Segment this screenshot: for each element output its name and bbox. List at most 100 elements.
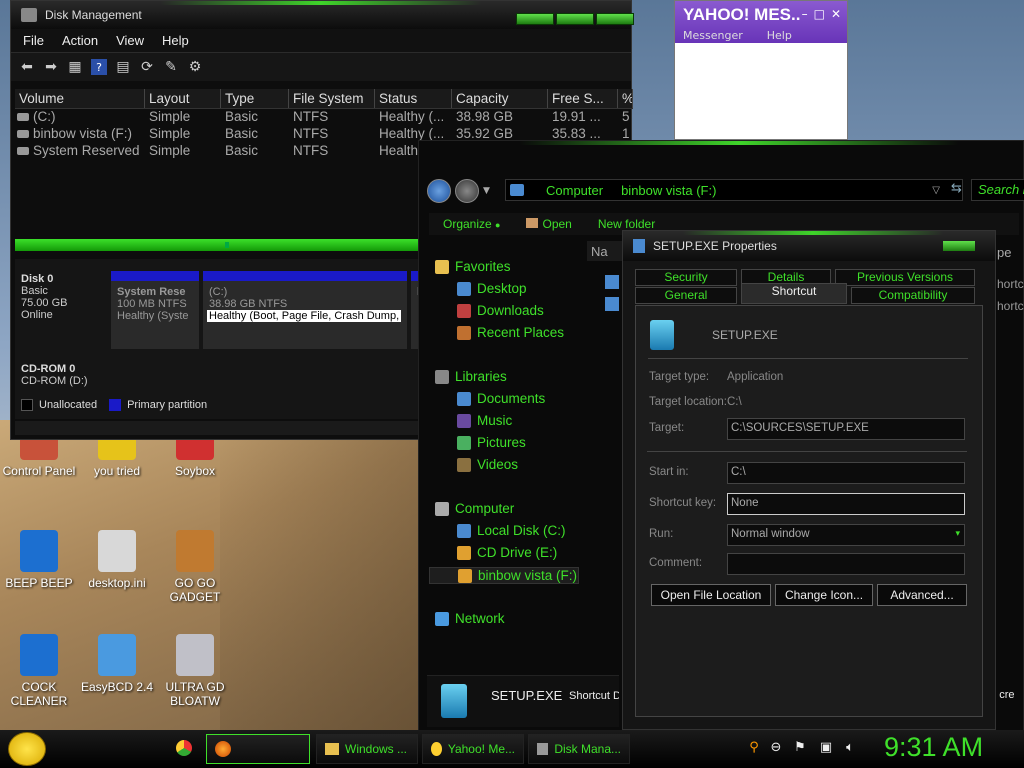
address-dropdown-icon[interactable]: ▽ — [932, 185, 940, 196]
close-icon[interactable]: ✕ — [831, 7, 841, 21]
breadcrumb-drive[interactable]: binbow vista (F:) — [621, 183, 716, 198]
nav-item-videos[interactable]: Videos — [457, 457, 518, 472]
tab-security[interactable]: Security — [635, 269, 737, 286]
forward-arrow-icon[interactable]: ➡ — [43, 59, 59, 75]
minus-icon[interactable]: ⊖ — [768, 740, 784, 756]
menu-view[interactable]: View — [116, 33, 144, 48]
chrome-icon[interactable] — [176, 740, 192, 756]
history-dropdown-icon[interactable]: ▼ — [483, 186, 490, 196]
menu-help[interactable]: Help — [162, 33, 189, 48]
search-input[interactable]: Search bi — [971, 179, 1024, 201]
nav-item-music[interactable]: Music — [457, 413, 512, 428]
horizontal-scrollbar[interactable] — [15, 239, 425, 251]
properties-icon[interactable]: ▤ — [115, 59, 131, 75]
cdrom-label[interactable]: CD-ROM 0 CD-ROM (D:) — [21, 363, 109, 387]
nav-item-network[interactable]: Network — [435, 611, 505, 626]
nav-item-recent[interactable]: Recent Places — [457, 325, 564, 340]
yahoo-messenger-window[interactable]: YAHOO! MES... Messenger Help – □ ✕ — [674, 0, 848, 140]
yahoo-menu-messenger[interactable]: Messenger — [683, 29, 743, 42]
target-field[interactable]: C:\SOURCES\SETUP.EXE — [727, 418, 965, 440]
desktop-icon[interactable]: ULTRA GD BLOATW — [158, 634, 232, 708]
clock[interactable]: 9:31 AM — [884, 732, 983, 763]
taskbar-yahoo[interactable]: Yahoo! Me... — [422, 734, 524, 764]
col-type[interactable]: Type — [221, 89, 289, 108]
partition-system-reserved[interactable]: System Rese 100 MB NTFS Healthy (Syste — [111, 271, 199, 349]
open-file-location-button[interactable]: Open File Location — [651, 584, 771, 606]
nav-item-desktop[interactable]: Desktop — [457, 281, 527, 296]
desktop-icon[interactable]: EasyBCD 2.4 — [80, 634, 154, 694]
run-select[interactable]: Normal window ▾ — [727, 524, 965, 546]
refresh-icon[interactable]: ⟳ — [139, 59, 155, 75]
shortcut-key-field[interactable]: None — [727, 493, 965, 515]
col-file-system[interactable]: File System — [289, 89, 375, 108]
col-capacity[interactable]: Capacity — [452, 89, 548, 108]
close-icon[interactable] — [943, 241, 975, 251]
col-volume[interactable]: Volume — [15, 89, 145, 108]
start-in-field[interactable]: C:\ — [727, 462, 965, 484]
nav-item-favorites[interactable]: Favorites — [435, 259, 511, 274]
forward-button[interactable] — [455, 179, 479, 203]
col-status[interactable]: Status — [375, 89, 452, 108]
close-icon[interactable] — [596, 13, 634, 25]
yahoo-menu-help[interactable]: Help — [767, 29, 792, 42]
search-icon[interactable]: ⚲ — [746, 740, 762, 756]
nav-item-libraries[interactable]: Libraries — [435, 369, 507, 384]
menu-action[interactable]: Action — [62, 33, 98, 48]
partition-c[interactable]: (C:) 38.98 GB NTFS Healthy (Boot, Page F… — [203, 271, 407, 349]
organize-button[interactable]: Organize ● — [443, 217, 500, 231]
settings-icon[interactable]: ⚙ — [187, 59, 203, 75]
volume-icon[interactable]: 🔈︎ — [842, 740, 858, 756]
taskbar-disk-management[interactable]: Disk Mana... — [528, 734, 630, 764]
desktop-icon[interactable]: COCK CLEANER — [2, 634, 76, 708]
disk0-label[interactable]: Disk 0 Basic 75.00 GB Online — [21, 273, 109, 321]
desktop-icon[interactable]: GO GO GADGET — [158, 530, 232, 604]
file-icon[interactable] — [605, 275, 619, 289]
tab-compatibility[interactable]: Compatibility — [851, 287, 975, 304]
nav-item-documents[interactable]: Documents — [457, 391, 545, 406]
maximize-icon[interactable] — [556, 13, 594, 25]
console-tree-icon[interactable]: ▦ — [67, 59, 83, 75]
network-icon[interactable]: ▣ — [818, 740, 834, 756]
col-type[interactable]: pe — [997, 245, 1024, 260]
menu-file[interactable]: File — [23, 33, 44, 48]
col-layout[interactable]: Layout — [145, 89, 221, 108]
nav-item-pictures[interactable]: Pictures — [457, 435, 526, 450]
nav-item-downloads[interactable]: Downloads — [457, 303, 544, 318]
tab-general[interactable]: General — [635, 287, 737, 304]
address-bar[interactable]: Computer binbow vista (F:) ▽ — [505, 179, 963, 201]
desktop-icon[interactable]: desktop.ini — [80, 530, 154, 590]
help-icon[interactable]: ? — [91, 59, 107, 75]
change-icon-button[interactable]: Change Icon... — [775, 584, 873, 606]
comment-field[interactable] — [727, 553, 965, 575]
open-button[interactable]: Open — [526, 217, 572, 231]
col-name[interactable]: Na — [587, 241, 623, 261]
table-row[interactable]: (C:) Simple Basic NTFS Healthy (... 38.98 GB 1… — [15, 109, 633, 126]
tab-shortcut[interactable]: Shortcut — [741, 283, 847, 304]
taskbar-explorer[interactable]: Windows ... — [316, 734, 418, 764]
file-icon[interactable] — [605, 297, 619, 311]
back-arrow-icon[interactable]: ⬅ — [19, 59, 35, 75]
window-controls[interactable] — [516, 13, 634, 25]
col-free-space[interactable]: Free S... — [548, 89, 618, 108]
nav-item-binbow[interactable]: binbow vista (F:) — [429, 567, 579, 584]
new-folder-button[interactable]: New folder — [598, 217, 655, 231]
nav-item-local[interactable]: Local Disk (C:) — [457, 523, 566, 538]
maximize-icon[interactable]: □ — [814, 7, 825, 21]
nav-item-computer[interactable]: Computer — [435, 501, 514, 516]
taskbar-firefox[interactable] — [206, 734, 310, 764]
back-button[interactable] — [427, 179, 451, 203]
col-percent[interactable]: % — [618, 89, 633, 108]
rescan-icon[interactable]: ✎ — [163, 59, 179, 75]
flag-icon[interactable]: ⚑ — [792, 740, 808, 756]
advanced-button[interactable]: Advanced... — [877, 584, 967, 606]
tab-previous-versions[interactable]: Previous Versions — [835, 269, 975, 286]
dialog-title-bar[interactable]: SETUP.EXE Properties — [623, 231, 995, 261]
minimize-icon[interactable] — [516, 13, 554, 25]
breadcrumb-computer[interactable]: Computer — [546, 183, 603, 198]
nav-item-cd[interactable]: CD Drive (E:) — [457, 545, 557, 560]
minimize-icon[interactable]: – — [802, 7, 808, 21]
start-button[interactable] — [8, 732, 46, 766]
desktop-icon[interactable]: BEEP BEEP — [2, 530, 76, 590]
refresh-icon[interactable]: ⇆ — [951, 181, 962, 196]
properties-dialog[interactable]: SETUP.EXE Properties Security Details Pr… — [622, 230, 996, 730]
